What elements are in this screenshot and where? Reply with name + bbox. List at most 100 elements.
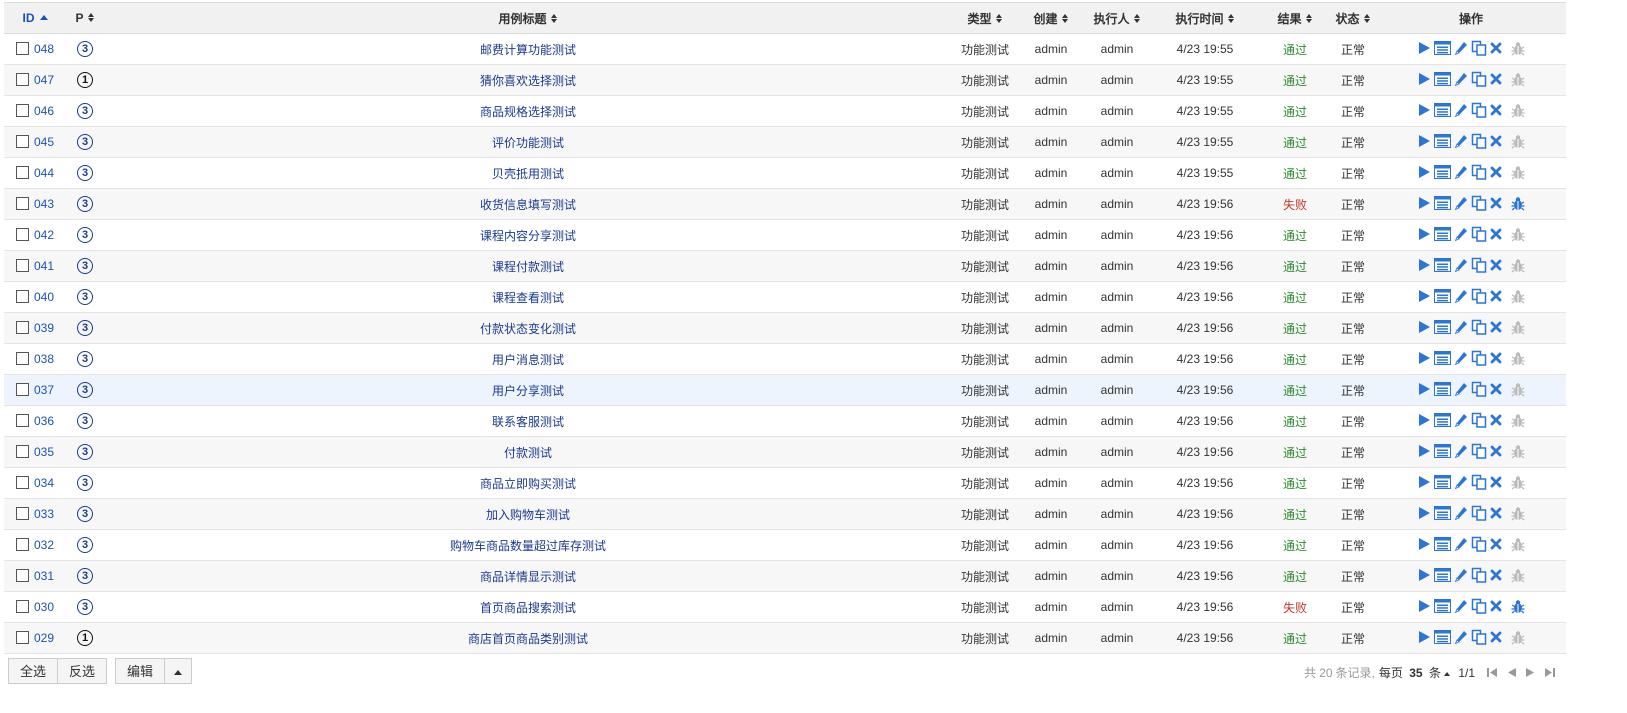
pager-per-page-control[interactable]: 每页 35 条 — [1379, 664, 1451, 681]
checkbox-icon[interactable] — [15, 228, 29, 242]
case-id-link[interactable]: 034 — [34, 476, 54, 490]
next-page-icon[interactable] — [1526, 667, 1535, 678]
table-row[interactable]: 041 3 课程付款测试 功能测试 admin admin 4/23 19:56 通过 正常 — [4, 250, 1566, 282]
edit-icon[interactable] — [1454, 444, 1468, 459]
copy-icon[interactable] — [1471, 257, 1487, 273]
table-row[interactable]: 038 3 用户消息测试 功能测试 admin admin 4/23 19:56 通过 正常 — [4, 343, 1566, 375]
run-icon[interactable] — [1418, 413, 1431, 427]
bug-icon[interactable] — [1511, 444, 1525, 459]
results-icon[interactable] — [1433, 320, 1451, 334]
table-row[interactable]: 037 3 用户分享测试 功能测试 admin admin 4/23 19:56 通过 正常 — [4, 374, 1566, 406]
results-icon[interactable] — [1433, 227, 1451, 241]
run-icon[interactable] — [1418, 568, 1431, 582]
bug-icon[interactable] — [1511, 351, 1525, 366]
column-header-priority[interactable]: P — [66, 2, 104, 34]
run-icon[interactable] — [1418, 506, 1431, 520]
case-id-link[interactable]: 044 — [34, 166, 54, 180]
case-title-link[interactable]: 联系客服测试 — [492, 415, 564, 429]
case-id-link[interactable]: 048 — [34, 42, 54, 56]
run-icon[interactable] — [1418, 475, 1431, 489]
delete-icon[interactable] — [1490, 321, 1502, 333]
case-title-link[interactable]: 课程内容分享测试 — [480, 229, 576, 243]
column-header-title[interactable]: 用例标题 — [104, 2, 952, 34]
results-icon[interactable] — [1433, 506, 1451, 520]
case-id-link[interactable]: 030 — [34, 600, 54, 614]
delete-icon[interactable] — [1490, 507, 1502, 519]
run-icon[interactable] — [1418, 444, 1431, 458]
bug-icon[interactable] — [1511, 537, 1525, 552]
results-icon[interactable] — [1433, 165, 1451, 179]
delete-icon[interactable] — [1490, 42, 1502, 54]
delete-icon[interactable] — [1490, 445, 1502, 457]
prev-page-icon[interactable] — [1507, 667, 1516, 678]
column-header-creator[interactable]: 创建 — [1018, 2, 1084, 34]
checkbox-icon[interactable] — [15, 42, 29, 56]
edit-icon[interactable] — [1454, 72, 1468, 87]
edit-icon[interactable] — [1454, 568, 1468, 583]
copy-icon[interactable] — [1471, 350, 1487, 366]
run-icon[interactable] — [1418, 351, 1431, 365]
edit-icon[interactable] — [1454, 475, 1468, 490]
checkbox-icon[interactable] — [15, 135, 29, 149]
column-header-type[interactable]: 类型 — [952, 2, 1018, 34]
results-icon[interactable] — [1433, 444, 1451, 458]
results-icon[interactable] — [1433, 134, 1451, 148]
case-id-link[interactable]: 039 — [34, 321, 54, 335]
table-row[interactable]: 045 3 评价功能测试 功能测试 admin admin 4/23 19:55 通过 正常 — [4, 126, 1566, 158]
table-row[interactable]: 040 3 课程查看测试 功能测试 admin admin 4/23 19:56 通过 正常 — [4, 281, 1566, 313]
delete-icon[interactable] — [1490, 290, 1502, 302]
delete-icon[interactable] — [1490, 73, 1502, 85]
run-icon[interactable] — [1418, 258, 1431, 272]
edit-icon[interactable] — [1454, 103, 1468, 118]
batch-edit-dropdown-toggle[interactable] — [165, 658, 193, 684]
run-icon[interactable] — [1418, 165, 1431, 179]
results-icon[interactable] — [1433, 351, 1451, 365]
table-row[interactable]: 043 3 收货信息填写测试 功能测试 admin admin 4/23 19:56 失败 正常 — [4, 188, 1566, 220]
delete-icon[interactable] — [1490, 135, 1502, 147]
edit-icon[interactable] — [1454, 258, 1468, 273]
delete-icon[interactable] — [1490, 197, 1502, 209]
delete-icon[interactable] — [1490, 631, 1502, 643]
results-icon[interactable] — [1433, 413, 1451, 427]
case-title-link[interactable]: 用户消息测试 — [492, 353, 564, 367]
run-icon[interactable] — [1418, 41, 1431, 55]
table-row[interactable]: 035 3 付款测试 功能测试 admin admin 4/23 19:56 通过 正常 — [4, 436, 1566, 468]
delete-icon[interactable] — [1490, 104, 1502, 116]
checkbox-icon[interactable] — [15, 290, 29, 304]
results-icon[interactable] — [1433, 103, 1451, 117]
case-title-link[interactable]: 用户分享测试 — [492, 384, 564, 398]
checkbox-icon[interactable] — [15, 414, 29, 428]
last-page-icon[interactable] — [1545, 667, 1555, 678]
table-row[interactable]: 029 1 商店首页商品类别测试 功能测试 admin admin 4/23 19:56 通过… — [4, 622, 1566, 654]
copy-icon[interactable] — [1471, 226, 1487, 242]
case-id-link[interactable]: 032 — [34, 538, 54, 552]
case-id-link[interactable]: 037 — [34, 383, 54, 397]
results-icon[interactable] — [1433, 599, 1451, 613]
case-id-link[interactable]: 047 — [34, 73, 54, 87]
bug-icon[interactable] — [1511, 506, 1525, 521]
batch-edit-button[interactable]: 编辑 — [115, 658, 166, 684]
table-row[interactable]: 036 3 联系客服测试 功能测试 admin admin 4/23 19:56 通过 正常 — [4, 405, 1566, 437]
run-icon[interactable] — [1418, 537, 1431, 551]
delete-icon[interactable] — [1490, 569, 1502, 581]
table-row[interactable]: 048 3 邮费计算功能测试 功能测试 admin admin 4/23 19:55 通过 正常 — [4, 33, 1566, 65]
delete-icon[interactable] — [1490, 352, 1502, 364]
run-icon[interactable] — [1418, 103, 1431, 117]
table-row[interactable]: 030 3 首页商品搜索测试 功能测试 admin admin 4/23 19:56 失败 正常 — [4, 591, 1566, 623]
edit-icon[interactable] — [1454, 413, 1468, 428]
case-title-link[interactable]: 商店首页商品类别测试 — [468, 632, 588, 646]
edit-icon[interactable] — [1454, 382, 1468, 397]
checkbox-icon[interactable] — [15, 538, 29, 552]
copy-icon[interactable] — [1471, 40, 1487, 56]
bug-icon[interactable] — [1511, 227, 1525, 242]
bug-icon[interactable] — [1511, 72, 1525, 87]
case-id-link[interactable]: 038 — [34, 352, 54, 366]
delete-icon[interactable] — [1490, 166, 1502, 178]
edit-icon[interactable] — [1454, 196, 1468, 211]
bug-icon[interactable] — [1511, 196, 1525, 211]
column-header-result[interactable]: 结果 — [1260, 2, 1330, 34]
checkbox-icon[interactable] — [15, 197, 29, 211]
table-row[interactable]: 044 3 贝壳抵用测试 功能测试 admin admin 4/23 19:55 通过 正常 — [4, 157, 1566, 189]
column-header-executor[interactable]: 执行人 — [1084, 2, 1150, 34]
edit-icon[interactable] — [1454, 289, 1468, 304]
